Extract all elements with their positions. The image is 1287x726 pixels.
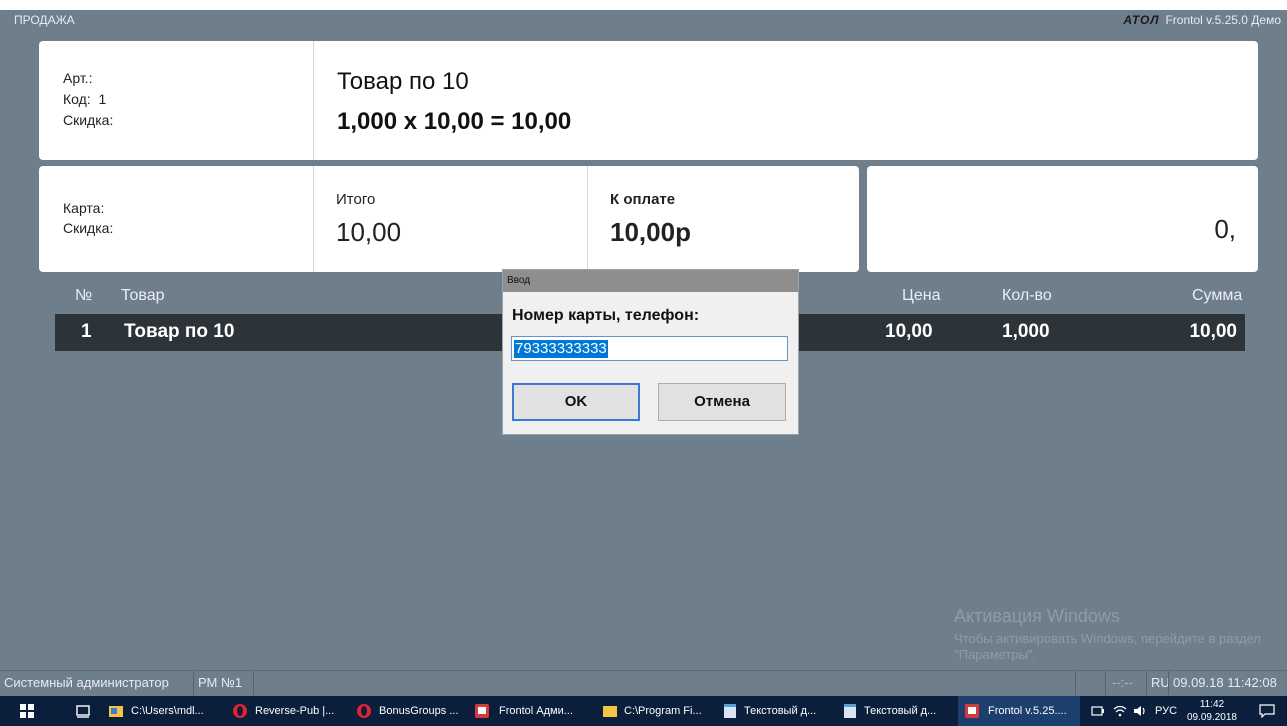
code-label: Код: 1 — [63, 91, 107, 107]
row-product: Товар по 10 — [124, 321, 235, 342]
divider — [1075, 671, 1076, 695]
card-discount-label: Скидка: — [63, 220, 114, 236]
divider — [313, 166, 314, 272]
header-price: Цена — [902, 287, 941, 304]
ok-button[interactable]: OK — [512, 383, 640, 421]
card-number-input[interactable]: 79333333333 — [511, 336, 788, 361]
cancel-button[interactable]: Отмена — [658, 383, 786, 421]
dialog-title-bar: Ввод — [503, 270, 798, 292]
status-indicator: --:-- — [1112, 675, 1133, 690]
row-sum: 10,00 — [1189, 321, 1237, 342]
frontol-window: ПРОДАЖА АТОЛ Frontol v.5.25.0 Демо Арт.: … — [0, 10, 1287, 696]
to-pay-value: 10,00р — [610, 217, 691, 247]
divider — [1146, 671, 1147, 695]
input-display-panel: 0, — [867, 166, 1258, 272]
taskbar-item-explorer-users[interactable]: C:\Users\mdl... — [104, 696, 224, 726]
clock-date: 09.09.2018 — [1186, 712, 1237, 723]
taskbar-item-opera-2[interactable]: BonusGroups ... — [352, 696, 470, 726]
discount-label: Скидка: — [63, 112, 114, 128]
taskbar-item-explorer-program-files[interactable]: C:\Program Fi... — [598, 696, 710, 726]
header-num: № — [75, 287, 93, 304]
task-view-button[interactable] — [68, 696, 98, 726]
clock-time: 11:42 — [1199, 699, 1225, 710]
item-info-panel: Арт.: Код: 1 Скидка: Товар по 10 1,000 x… — [39, 41, 1258, 160]
tray-clock[interactable]: 11:42 09.09.2018 — [1187, 698, 1237, 724]
version-label: Frontol v.5.25.0 Демо — [1165, 13, 1281, 27]
taskbar-item-notepad-2[interactable]: Текстовый д... — [838, 696, 954, 726]
product-calculation: 1,000 x 10,00 = 10,00 — [337, 108, 572, 135]
dialog-prompt: Номер карты, телефон: — [512, 307, 700, 324]
folder-app-icon — [109, 706, 123, 717]
window-title: ПРОДАЖА — [14, 13, 75, 27]
divider — [193, 671, 194, 695]
row-qty: 1,000 — [1002, 321, 1050, 342]
notepad-icon — [844, 704, 856, 718]
taskbar-item-opera-1[interactable]: Reverse-Pub |... — [228, 696, 348, 726]
notepad-icon — [724, 704, 736, 718]
frontol-icon — [475, 704, 489, 718]
header-product: Товар — [121, 287, 165, 304]
watermark-title: Активация Windows — [954, 606, 1120, 626]
divider — [1168, 671, 1169, 695]
atol-logo: АТОЛ — [1123, 13, 1160, 27]
divider — [587, 166, 588, 272]
row-price: 10,00 — [885, 321, 933, 342]
taskbar-item-frontol-admin[interactable]: Frontol Адми... — [470, 696, 594, 726]
taskbar-item-notepad-1[interactable]: Текстовый д... — [718, 696, 834, 726]
task-view-icon — [76, 705, 90, 718]
total-label: Итого — [336, 191, 376, 208]
battery-icon[interactable] — [1091, 705, 1105, 717]
divider — [313, 41, 314, 160]
opera-icon — [233, 704, 247, 718]
card-label: Карта: — [63, 200, 105, 216]
taskbar-item-frontol-active[interactable]: Frontol v.5.25.... — [958, 696, 1080, 726]
notifications-icon[interactable] — [1259, 704, 1275, 718]
total-value: 10,00 — [336, 217, 402, 247]
windows-taskbar: C:\Users\mdl... Reverse-Pub |... BonusGr… — [0, 696, 1287, 726]
status-datetime: 09.09.18 11:42:08 — [1173, 675, 1277, 690]
volume-icon[interactable] — [1133, 705, 1147, 717]
windows-icon — [20, 704, 34, 718]
tray-language[interactable]: РУС — [1155, 705, 1177, 717]
status-workstation: РМ №1 — [198, 675, 243, 690]
watermark-text: Чтобы активировать Windows, перейдите в … — [954, 631, 1261, 662]
input-display-value: 0, — [1214, 214, 1236, 244]
frontol-icon — [965, 704, 979, 718]
art-label: Арт.: — [63, 70, 93, 86]
code-value: 1 — [98, 91, 107, 107]
header-sum: Сумма — [1192, 287, 1243, 304]
activation-watermark: Активация Windows Чтобы активировать Win… — [954, 606, 1264, 663]
status-user: Системный администратор — [4, 675, 169, 690]
totals-panel: Карта: Скидка: Итого 10,00 К оплате 10,0… — [39, 166, 859, 272]
dialog-title: Ввод — [507, 275, 531, 286]
status-lang: RU — [1151, 675, 1170, 690]
to-pay-label: К оплате — [610, 191, 676, 208]
version-info: АТОЛ Frontol v.5.25.0 Демо — [1123, 13, 1281, 27]
card-number-value: 79333333333 — [514, 340, 608, 358]
wifi-icon[interactable] — [1113, 705, 1127, 717]
header-qty: Кол-во — [1002, 287, 1052, 304]
divider — [1105, 671, 1106, 695]
title-bar: ПРОДАЖА АТОЛ Frontol v.5.25.0 Демо — [0, 10, 1287, 30]
start-button[interactable] — [14, 696, 40, 726]
product-name: Товар по 10 — [337, 68, 469, 95]
card-input-dialog: Ввод Номер карты, телефон: 79333333333 O… — [502, 269, 799, 435]
row-num: 1 — [81, 321, 92, 342]
folder-icon — [603, 706, 617, 717]
divider — [253, 671, 254, 695]
opera-icon — [357, 704, 371, 718]
status-bar: Системный администратор РМ №1 --:-- RU 0… — [0, 670, 1287, 695]
